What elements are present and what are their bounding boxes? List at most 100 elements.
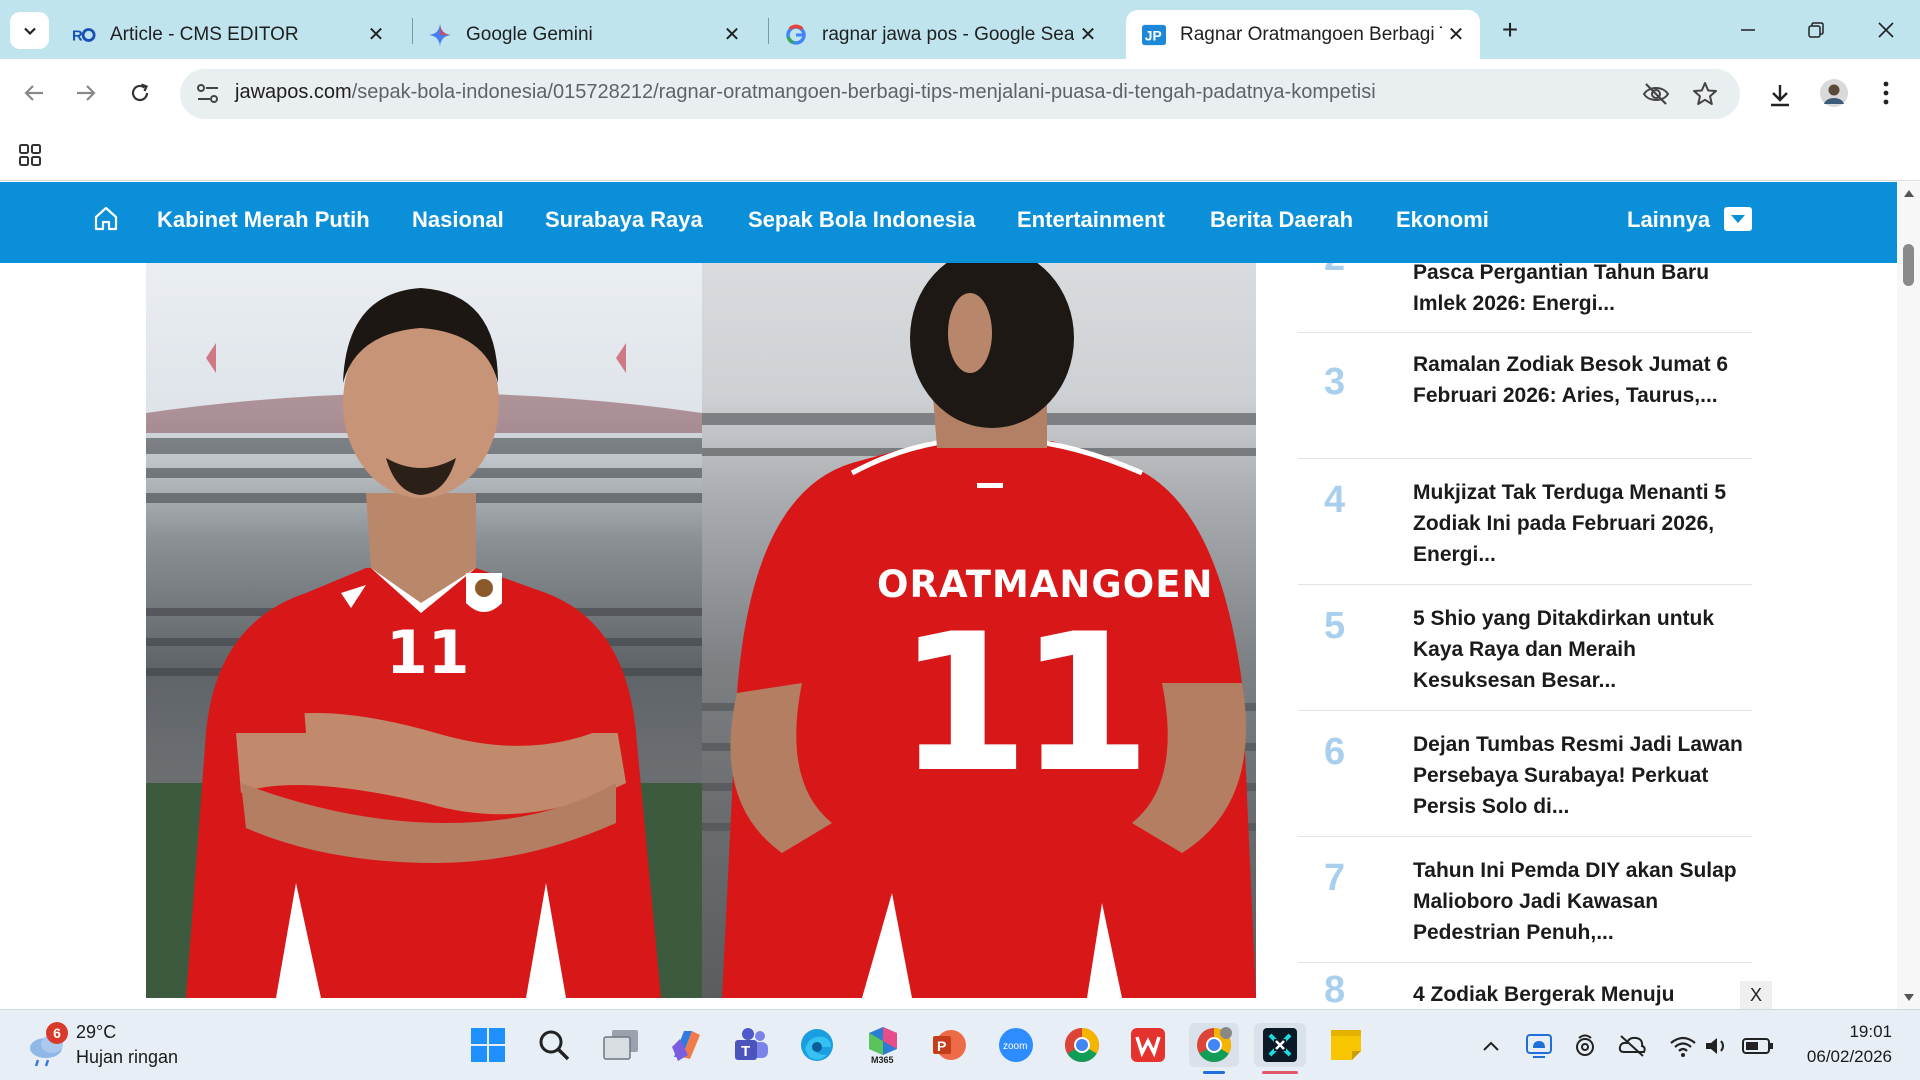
apps-grid-icon <box>19 144 41 166</box>
battery-icon[interactable] <box>1740 1031 1776 1061</box>
nav-berita-daerah[interactable]: Berita Daerah <box>1210 207 1353 233</box>
cloud-off-icon[interactable] <box>1617 1031 1647 1061</box>
clock-time[interactable]: 19:01 <box>1796 1022 1892 1042</box>
close-icon[interactable]: ✕ <box>1442 21 1470 49</box>
scroll-down-icon[interactable] <box>1903 993 1915 1003</box>
minimize-button[interactable] <box>1728 12 1768 48</box>
nav-ekonomi[interactable]: Ekonomi <box>1396 207 1489 233</box>
ad-close-button[interactable]: X <box>1740 981 1772 1009</box>
address-bar[interactable]: jawapos.com/sepak-bola-indonesia/0157282… <box>180 69 1740 119</box>
trending-title[interactable]: Mukjizat Tak Terduga Menanti 5 Zodiak In… <box>1413 477 1743 570</box>
apps-button[interactable] <box>16 141 44 169</box>
avatar <box>1820 79 1848 107</box>
tab-google-search[interactable]: ragnar jawa pos - Google Search ✕ <box>768 10 1112 59</box>
nav-lainnya[interactable]: Lainnya <box>1627 207 1710 233</box>
close-icon[interactable]: ✕ <box>718 21 746 49</box>
page-scrollbar[interactable] <box>1897 182 1920 1009</box>
wps-icon[interactable] <box>1126 1023 1170 1067</box>
url-text[interactable]: jawapos.com/sepak-bola-indonesia/0157282… <box>235 81 1376 104</box>
m365-icon[interactable]: M365 <box>861 1023 905 1067</box>
weather-temperature: 29°C <box>76 1022 117 1042</box>
profile-avatar[interactable] <box>1818 77 1850 109</box>
copilot-icon[interactable] <box>664 1023 708 1067</box>
trending-title[interactable]: Tahun Ini Pemda DIY akan Sulap Malioboro… <box>1413 855 1743 948</box>
trending-item[interactable]: 3 Ramalan Zodiak Besok Jumat 6 Februari … <box>1298 333 1752 459</box>
lainnya-dropdown-button[interactable] <box>1724 207 1752 231</box>
close-icon[interactable]: ✕ <box>1074 21 1102 49</box>
nav-nasional[interactable]: Nasional <box>412 207 504 233</box>
nav-sepak-bola-indonesia[interactable]: Sepak Bola Indonesia <box>748 207 975 233</box>
close-icon[interactable]: ✕ <box>362 21 390 49</box>
volume-icon[interactable] <box>1702 1031 1732 1061</box>
trending-item[interactable]: 8 4 Zodiak Bergerak Menuju <box>1298 963 1752 1009</box>
trending-item[interactable]: 2 Pasca Pergantian Tahun Baru Imlek 2026… <box>1298 263 1752 333</box>
arrow-right-icon <box>77 85 96 101</box>
url-path: /sepak-bola-indonesia/015728212/ragnar-o… <box>351 81 1376 103</box>
scrollbar-thumb[interactable] <box>1903 244 1914 286</box>
new-tab-button[interactable]: + <box>1494 14 1526 46</box>
chrome-menu-button[interactable] <box>1874 77 1898 109</box>
clock-date[interactable]: 06/02/2026 <box>1790 1047 1892 1067</box>
site-settings-icon[interactable] <box>196 83 220 105</box>
task-view-icon[interactable] <box>599 1023 643 1067</box>
trending-title[interactable]: 4 Zodiak Bergerak Menuju <box>1413 979 1743 1009</box>
nav-kabinet-merah-putih[interactable]: Kabinet Merah Putih <box>157 207 370 233</box>
tab-search-button[interactable] <box>10 12 49 49</box>
back-button[interactable] <box>14 73 54 113</box>
eye-slash-icon[interactable] <box>1642 82 1670 106</box>
tab-ragnar-article[interactable]: JP Ragnar Oratmangoen Berbagi Tips Menja… <box>1126 10 1480 59</box>
trending-item[interactable]: 5 5 Shio yang Ditakdirkan untuk Kaya Ray… <box>1298 585 1752 711</box>
trending-title[interactable]: Ramalan Zodiak Besok Jumat 6 Februari 20… <box>1413 349 1743 411</box>
chrome-profile-icon[interactable] <box>1189 1023 1239 1074</box>
capcut-icon[interactable] <box>1254 1023 1306 1074</box>
tab-label: Ragnar Oratmangoen Berbagi Tips Menjalan… <box>1180 23 1442 45</box>
trending-title[interactable]: 5 Shio yang Ditakdirkan untuk Kaya Raya … <box>1413 603 1743 696</box>
weather-description: Hujan ringan <box>76 1047 179 1067</box>
svg-text:JP: JP <box>1145 27 1162 43</box>
tab-cms-editor[interactable]: R Article - CMS EDITOR ✕ <box>56 10 400 59</box>
windows-start-icon[interactable] <box>466 1023 510 1067</box>
trending-item[interactable]: 7 Tahun Ini Pemda DIY akan Sulap Maliobo… <box>1298 837 1752 963</box>
svg-text:T: T <box>741 1043 750 1060</box>
trending-number: 4 <box>1324 479 1346 521</box>
trending-item[interactable]: 6 Dejan Tumbas Resmi Jadi Lawan Persebay… <box>1298 711 1752 837</box>
search-icon[interactable] <box>532 1023 576 1067</box>
sticky-notes-icon[interactable] <box>1324 1023 1368 1067</box>
vpn-shield-icon[interactable] <box>1570 1031 1600 1061</box>
url-host: jawapos.com <box>235 81 352 103</box>
article-photo-front: 11 <box>146 263 702 998</box>
powerpoint-icon[interactable]: P <box>927 1023 971 1067</box>
nav-surabaya-raya[interactable]: Surabaya Raya <box>545 207 703 233</box>
reload-button[interactable] <box>120 73 160 113</box>
trending-title[interactable]: Pasca Pergantian Tahun Baru Imlek 2026: … <box>1413 263 1743 319</box>
onedrive-sync-icon[interactable] <box>1524 1031 1554 1061</box>
jp-logo-icon: JP <box>1142 23 1166 47</box>
chrome-icon[interactable] <box>1060 1023 1104 1067</box>
scroll-up-icon[interactable] <box>1903 188 1915 198</box>
restore-button[interactable] <box>1796 12 1836 48</box>
zoom-icon[interactable]: zoom <box>994 1023 1038 1067</box>
trending-number: 6 <box>1324 731 1346 773</box>
nav-entertainment[interactable]: Entertainment <box>1017 207 1165 233</box>
arrow-left-icon <box>24 85 43 101</box>
edge-icon[interactable] <box>795 1023 839 1067</box>
tab-label: ragnar jawa pos - Google Search <box>822 23 1074 45</box>
article-content: 11 ORATMANGOEN 11 Pasca Pergantian Tahun… <box>0 263 1897 1009</box>
weather-widget[interactable]: 6 <box>24 1022 70 1068</box>
home-link[interactable] <box>92 204 122 234</box>
wifi-icon[interactable] <box>1668 1031 1698 1061</box>
close-window-button[interactable] <box>1866 12 1906 48</box>
star-icon[interactable] <box>1692 81 1718 107</box>
trending-title[interactable]: Dejan Tumbas Resmi Jadi Lawan Persebaya … <box>1413 729 1743 822</box>
minimize-icon <box>1741 29 1755 31</box>
svg-text:P: P <box>937 1038 946 1054</box>
download-button[interactable] <box>1764 79 1796 111</box>
svg-text:R: R <box>72 28 83 44</box>
tab-google-gemini[interactable]: Google Gemini ✕ <box>412 10 756 59</box>
gemini-star-icon <box>428 23 452 47</box>
forward-button[interactable] <box>66 73 106 113</box>
chevron-up-icon[interactable] <box>1476 1031 1506 1061</box>
trending-item[interactable]: 4 Mukjizat Tak Terduga Menanti 5 Zodiak … <box>1298 459 1752 585</box>
teams-icon[interactable]: T <box>729 1023 773 1067</box>
trending-number: 2 <box>1324 263 1345 280</box>
